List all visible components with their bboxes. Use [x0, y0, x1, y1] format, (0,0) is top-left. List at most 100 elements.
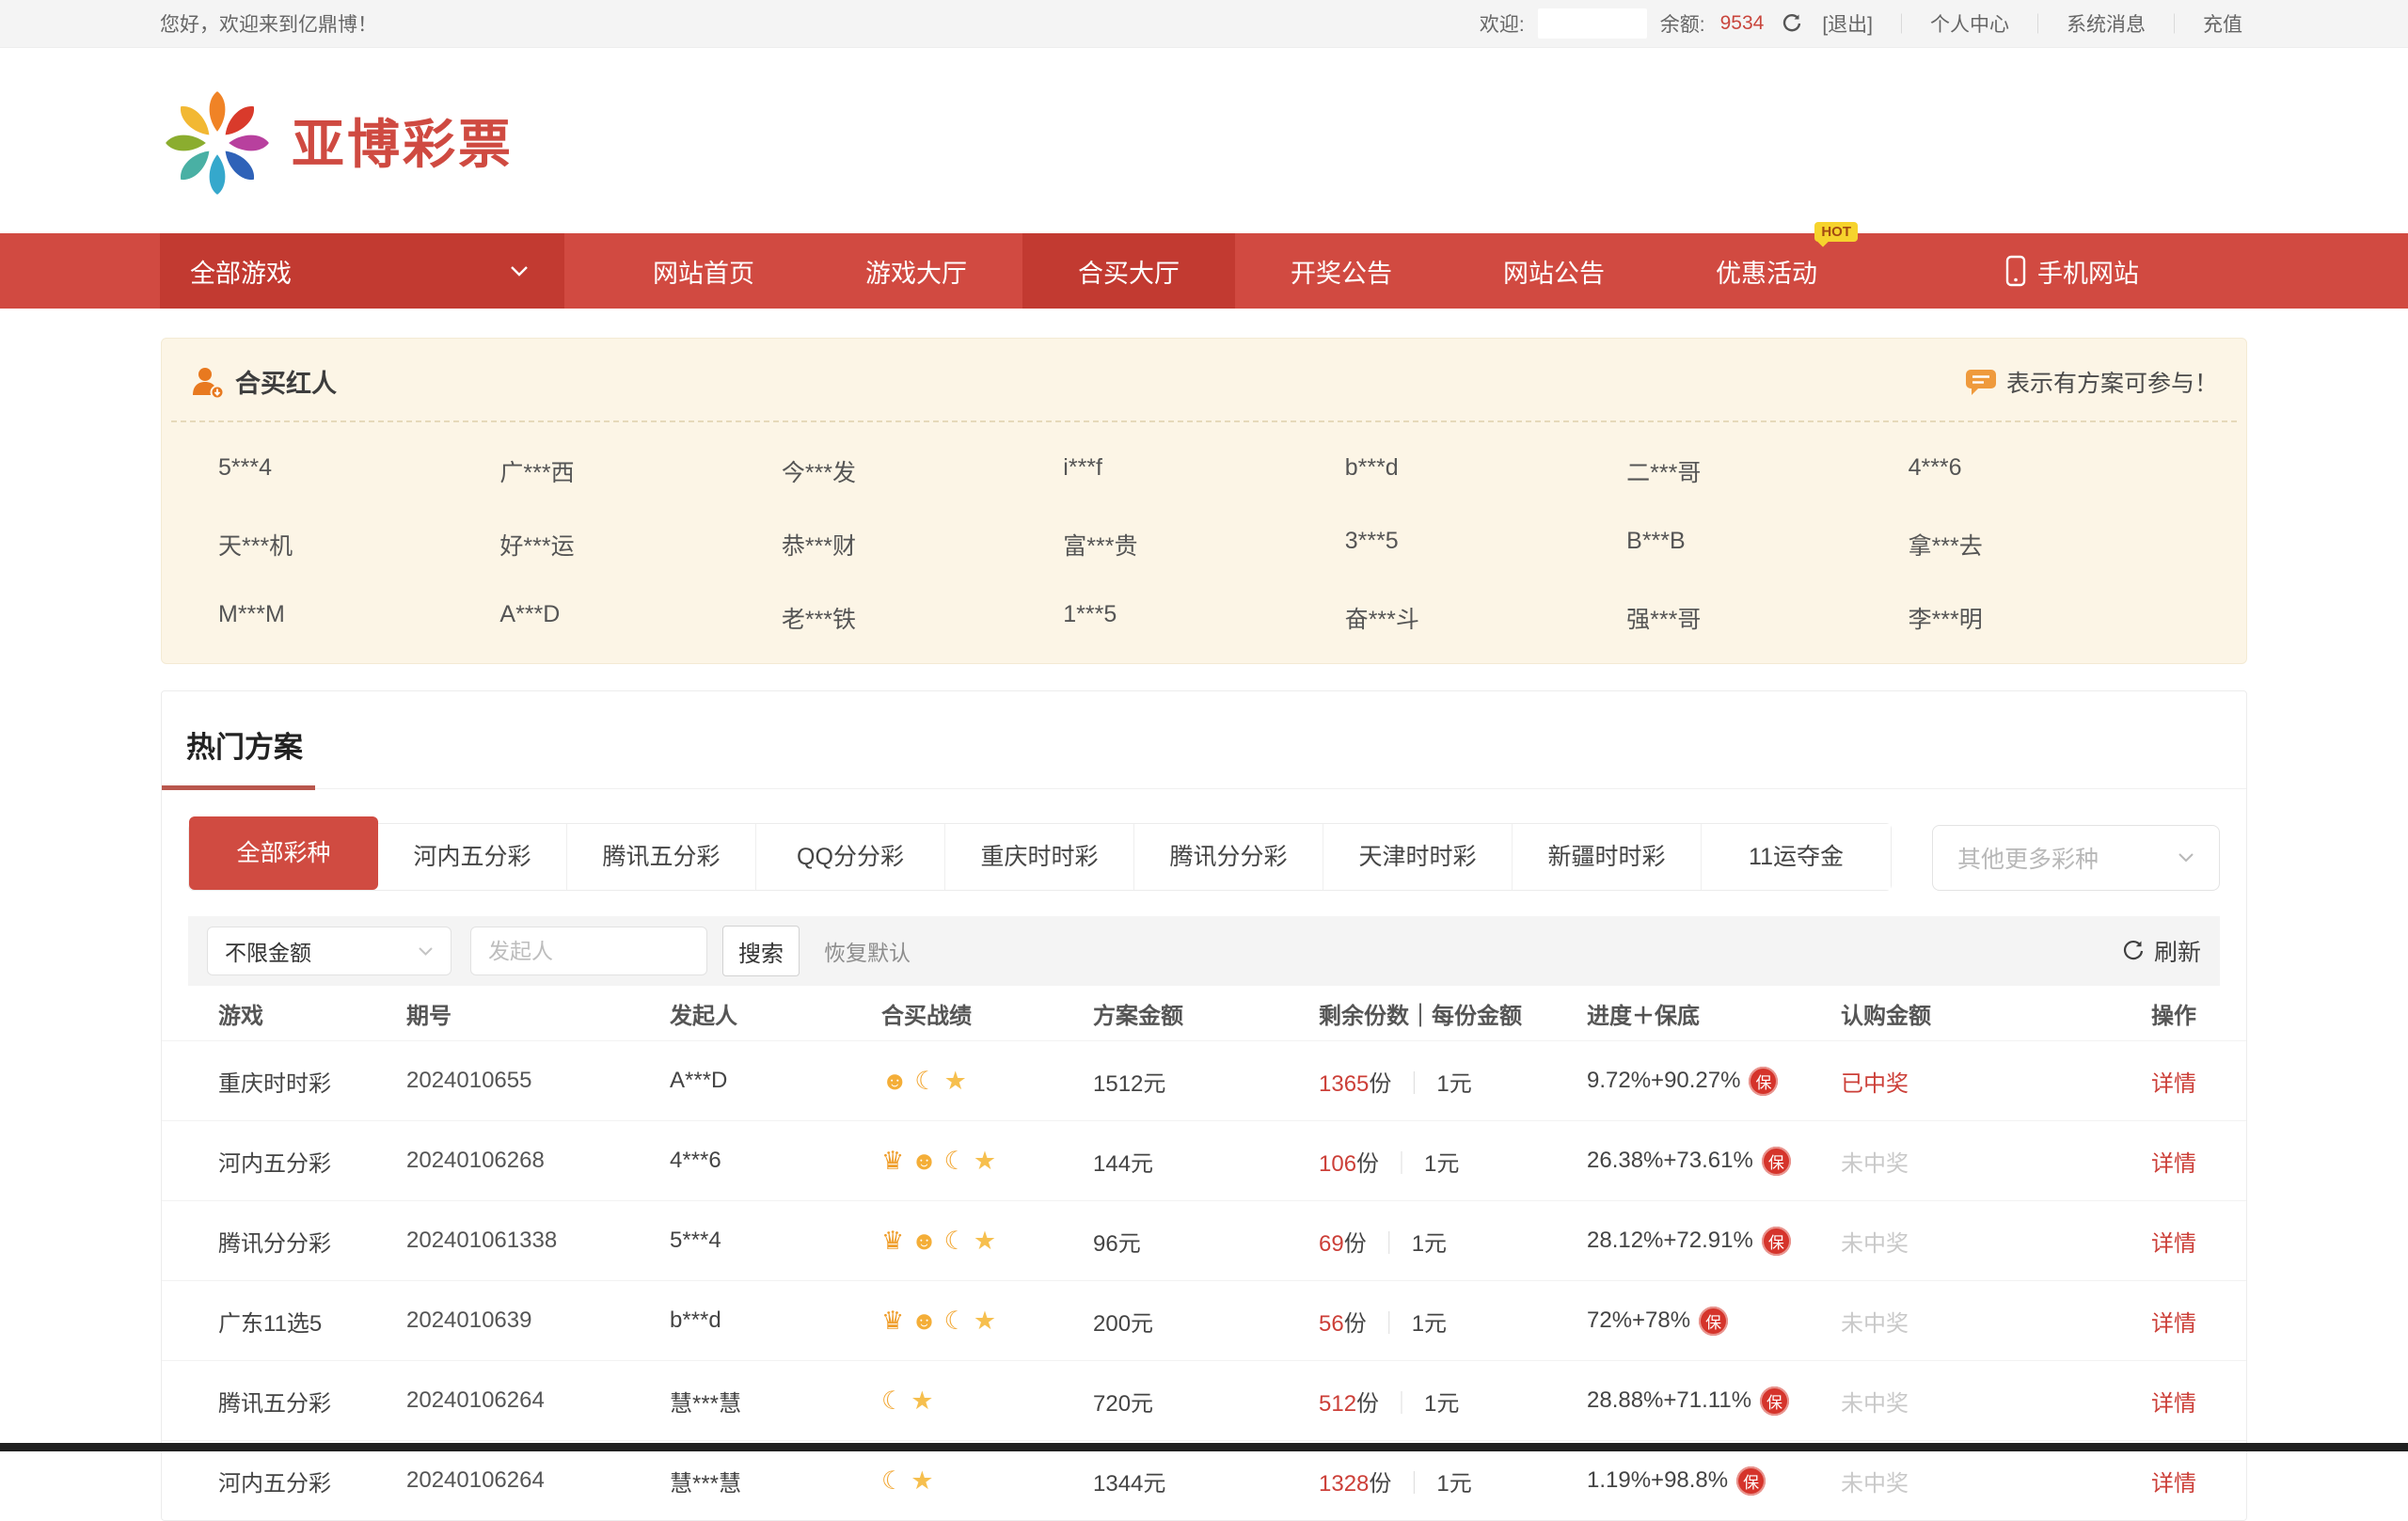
brand[interactable]: 亚博彩票 — [160, 84, 514, 198]
red-user[interactable]: 奋***斗 — [1345, 601, 1626, 635]
red-user[interactable]: 老***铁 — [782, 601, 1063, 635]
detail-link[interactable]: 详情 — [2151, 1465, 2246, 1497]
detail-link[interactable]: 详情 — [2151, 1305, 2246, 1338]
amount-filter-select[interactable]: 不限金额 — [207, 927, 452, 975]
chevron-down-icon — [510, 265, 529, 277]
red-user[interactable]: i***f — [1063, 454, 1344, 488]
lottery-tab[interactable]: 重庆时时彩 — [945, 824, 1134, 890]
cell-initiator[interactable]: 4***6 — [670, 1148, 881, 1174]
cell-issue: 20240106268 — [406, 1148, 670, 1174]
person-icon — [190, 365, 224, 399]
hot-badge: HOT — [1814, 222, 1858, 242]
reset-default-link[interactable]: 恢复默认 — [824, 935, 911, 967]
cell-progress: 72%+78% 保 — [1587, 1307, 1841, 1336]
lottery-tab[interactable]: QQ分分彩 — [756, 824, 945, 890]
red-user[interactable]: 好***运 — [499, 528, 781, 562]
red-users-note: 表示有方案可参与！ — [2006, 365, 2218, 399]
remaining-count: 1328 — [1319, 1471, 1369, 1497]
main-nav: 全部游戏 网站首页 游戏大厅 合买大厅 — [0, 233, 2408, 309]
topbar-link[interactable]: 个人中心 — [1925, 9, 2015, 38]
per-share: 1元 — [1424, 1391, 1459, 1417]
refresh-balance-icon[interactable] — [1781, 12, 1803, 35]
red-user[interactable]: 3***5 — [1345, 528, 1626, 562]
star-icon: ★ — [911, 1388, 933, 1414]
purchase-status: 未中奖 — [1841, 1465, 2151, 1497]
red-user[interactable]: 今***发 — [782, 454, 1063, 488]
lottery-tab[interactable]: 全部彩种 — [189, 816, 378, 890]
separator: ｜ — [2028, 9, 2048, 38]
face-icon: ☻ — [911, 1149, 937, 1174]
nav-item[interactable]: 网站公告 — [1448, 233, 1660, 309]
cell-remaining: 106份｜1元 — [1319, 1145, 1587, 1178]
red-users-panel: 合买红人 表示有方案可参与！ 5***4广***西今***发i***fb***d… — [161, 338, 2247, 664]
plans-table: 游戏期号发起人合买战绩方案金额剩余份数｜每份金额进度＋保底认购金额操作 重庆时时… — [162, 986, 2246, 1520]
nav-item[interactable]: 游戏大厅 — [810, 233, 1022, 309]
logout-link[interactable]: [退出] — [1816, 9, 1878, 38]
table-row: 河内五分彩 20240106268 4***6 ♛☻☾★ 144元 106份｜1… — [162, 1120, 2246, 1200]
all-games-dropdown[interactable]: 全部游戏 — [160, 233, 564, 309]
red-user[interactable]: 拿***去 — [1909, 528, 2190, 562]
purchase-status: 未中奖 — [1841, 1225, 2151, 1258]
lottery-tab[interactable]: 11运夺金 — [1702, 824, 1891, 890]
divider: ｜ — [1402, 1471, 1425, 1497]
detail-link[interactable]: 详情 — [2151, 1065, 2246, 1098]
brand-pinwheel-icon — [160, 84, 275, 198]
column-header: 方案金额 — [1093, 997, 1319, 1030]
red-user[interactable]: b***d — [1345, 454, 1626, 488]
nav-item[interactable]: 手机网站 — [1931, 233, 2213, 309]
cell-initiator[interactable]: 5***4 — [670, 1228, 881, 1254]
red-user[interactable]: 强***哥 — [1626, 601, 1908, 635]
red-user[interactable]: A***D — [499, 601, 781, 635]
red-user[interactable]: B***B — [1626, 528, 1908, 562]
lottery-tab[interactable]: 新疆时时彩 — [1513, 824, 1702, 890]
phone-icon — [2005, 255, 2026, 287]
red-user[interactable]: 李***明 — [1909, 601, 2190, 635]
red-user[interactable]: 5***4 — [218, 454, 499, 488]
nav-item[interactable]: 优惠活动 HOT — [1660, 233, 1873, 309]
red-user[interactable]: M***M — [218, 601, 499, 635]
refresh-button[interactable]: 刷新 — [2121, 934, 2201, 968]
red-user[interactable]: 1***5 — [1063, 601, 1344, 635]
red-user[interactable]: 广***西 — [499, 454, 781, 488]
detail-link[interactable]: 详情 — [2151, 1385, 2246, 1418]
detail-link[interactable]: 详情 — [2151, 1145, 2246, 1178]
red-user[interactable]: 二***哥 — [1626, 454, 1908, 488]
detail-link[interactable]: 详情 — [2151, 1225, 2246, 1258]
cell-issue: 202401061338 — [406, 1228, 670, 1254]
more-lotteries-dropdown[interactable]: 其他更多彩种 — [1932, 825, 2220, 891]
cell-initiator[interactable]: A***D — [670, 1068, 881, 1094]
lottery-tab[interactable]: 河内五分彩 — [378, 824, 567, 890]
red-user[interactable]: 富***贵 — [1063, 528, 1344, 562]
per-share: 1元 — [1412, 1311, 1447, 1337]
nav-item[interactable]: 网站首页 — [597, 233, 810, 309]
lottery-tab[interactable]: 腾讯五分彩 — [567, 824, 756, 890]
site-header: 亚博彩票 — [0, 48, 2408, 233]
lottery-tab[interactable]: 天津时时彩 — [1323, 824, 1513, 890]
red-user-grid: 5***4广***西今***发i***fb***d二***哥4***6 天***机… — [162, 422, 2246, 635]
cell-remaining: 512份｜1元 — [1319, 1385, 1587, 1418]
cell-initiator[interactable]: b***d — [670, 1307, 881, 1334]
cell-game: 河内五分彩 — [218, 1145, 406, 1178]
nav-item[interactable]: 合买大厅 — [1022, 233, 1235, 309]
topbar-link[interactable]: 系统消息 — [2061, 9, 2151, 38]
share-unit: 份 — [1369, 1071, 1391, 1097]
cell-remaining: 1328份｜1元 — [1319, 1465, 1587, 1497]
divider: ｜ — [1378, 1231, 1401, 1257]
nav-items: 网站首页 游戏大厅 合买大厅 开奖公告 网站公告 — [564, 233, 2213, 309]
share-unit: 份 — [1369, 1471, 1391, 1497]
lottery-tab[interactable]: 腾讯分分彩 — [1134, 824, 1323, 890]
cell-remaining: 56份｜1元 — [1319, 1305, 1587, 1338]
nav-item[interactable]: 开奖公告 — [1235, 233, 1448, 309]
column-header: 操作 — [2151, 997, 2246, 1030]
cell-initiator[interactable]: 慧***慧 — [670, 1465, 881, 1497]
red-user[interactable]: 恭***财 — [782, 528, 1063, 562]
initiator-input[interactable] — [470, 927, 707, 975]
table-row: 广东11选5 2024010639 b***d ♛☻☾★ 200元 56份｜1元… — [162, 1280, 2246, 1360]
red-user[interactable]: 天***机 — [218, 528, 499, 562]
cell-initiator[interactable]: 慧***慧 — [670, 1385, 881, 1418]
topbar-link[interactable]: 充值 — [2197, 9, 2248, 38]
progress-value: 28.88%+71.11% — [1587, 1387, 1751, 1414]
search-button[interactable]: 搜索 — [722, 926, 800, 976]
red-user[interactable]: 4***6 — [1909, 454, 2190, 488]
more-lotteries-label: 其他更多彩种 — [1957, 841, 2099, 875]
